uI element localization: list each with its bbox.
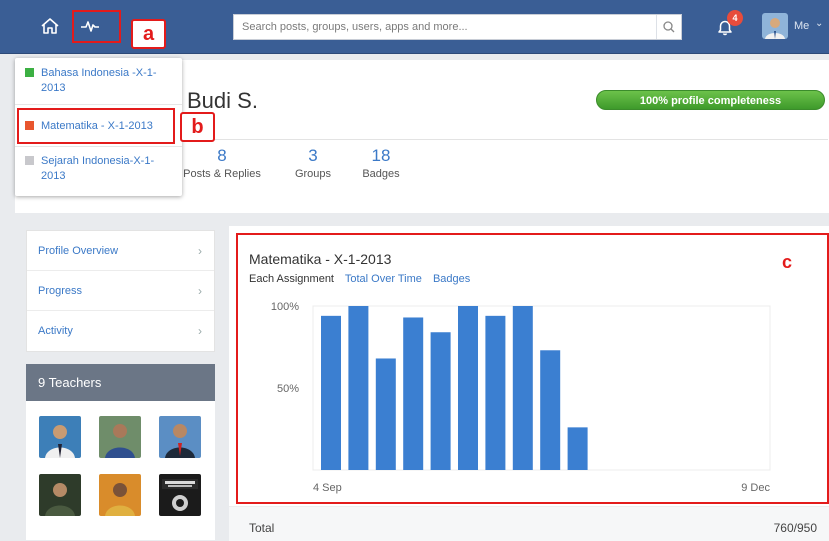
chevron-right-icon: › (198, 324, 202, 338)
status-square-icon (25, 156, 34, 165)
home-icon[interactable] (38, 14, 62, 38)
stat-badges[interactable]: 18 Badges (359, 146, 403, 180)
stat-number: 8 (217, 146, 227, 165)
teacher-avatar[interactable] (99, 416, 141, 458)
teachers-panel: 9 Teachers (26, 364, 215, 540)
dropdown-item-label: Bahasa Indonesia -X-1-2013 (41, 67, 157, 94)
top-nav-bar: 4 Me ⌄ (0, 0, 829, 54)
annotation-box-c (236, 233, 829, 504)
stat-number: 18 (371, 146, 391, 165)
annotation-label-b: b (180, 112, 215, 142)
divider (195, 139, 828, 140)
sidebar-item-profile-overview[interactable]: Profile Overview › (27, 231, 214, 271)
profile-name: Budi S. (187, 88, 258, 113)
me-menu-label[interactable]: Me (794, 20, 809, 32)
search-icon[interactable] (656, 15, 681, 39)
user-avatar[interactable] (762, 13, 788, 39)
stat-label: Posts & Replies (183, 168, 261, 180)
teachers-title: 9 Teachers (26, 364, 215, 401)
total-value: 760/950 (773, 521, 817, 535)
sidebar-item-label: Activity (38, 325, 73, 337)
dropdown-item-label: Sejarah Indonesia-X-1-2013 (41, 155, 155, 182)
status-square-icon (25, 68, 34, 77)
chevron-right-icon: › (198, 284, 202, 298)
total-row: Total 760/950 (229, 506, 829, 541)
chevron-down-icon[interactable]: ⌄ (815, 18, 823, 29)
sidebar-item-progress[interactable]: Progress › (27, 271, 214, 311)
annotation-box-a (72, 10, 121, 43)
search-input[interactable] (234, 15, 659, 39)
search-box (233, 14, 682, 40)
teacher-avatar[interactable] (159, 416, 201, 458)
stat-number: 3 (308, 146, 318, 165)
teacher-avatar[interactable] (39, 474, 81, 516)
total-label: Total (249, 521, 275, 535)
stat-posts[interactable]: 8 Posts & Replies (181, 146, 263, 180)
stat-groups[interactable]: 3 Groups (291, 146, 335, 180)
notification-count-badge: 4 (727, 10, 743, 26)
chevron-right-icon: › (198, 244, 202, 258)
sidebar-item-activity[interactable]: Activity › (27, 311, 214, 351)
stat-label: Badges (362, 168, 400, 180)
sidebar-item-label: Profile Overview (38, 245, 119, 257)
divider (15, 104, 182, 105)
teacher-avatar[interactable] (39, 416, 81, 458)
annotation-label-a: a (131, 19, 166, 49)
dropdown-item-bahasa[interactable]: Bahasa Indonesia -X-1-2013 (15, 66, 182, 96)
annotation-box-b (17, 108, 175, 144)
profile-side-menu: Profile Overview › Progress › Activity › (26, 230, 215, 352)
divider (15, 146, 182, 147)
stat-label: Groups (294, 168, 332, 180)
teacher-avatar[interactable] (99, 474, 141, 516)
sidebar-item-label: Progress (38, 285, 83, 297)
teacher-avatar[interactable] (159, 474, 201, 516)
dropdown-item-sejarah[interactable]: Sejarah Indonesia-X-1-2013 (15, 154, 182, 184)
profile-completeness-bar: 100% profile completeness (596, 90, 825, 110)
annotation-label-c: c (781, 252, 792, 272)
